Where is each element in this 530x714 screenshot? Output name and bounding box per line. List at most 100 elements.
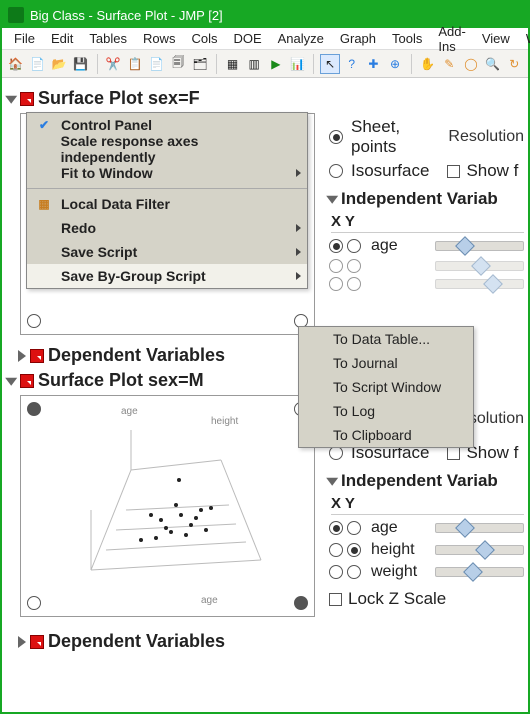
- plot-corner-handle[interactable]: [27, 596, 41, 610]
- sub-to-clipboard[interactable]: To Clipboard: [299, 423, 473, 447]
- radio-y-age[interactable]: [347, 239, 361, 253]
- menu-window[interactable]: Window: [518, 29, 530, 48]
- plot-corner-handle[interactable]: [27, 402, 41, 416]
- tb-new-icon[interactable]: 📄: [28, 54, 48, 74]
- slider-height[interactable]: [435, 261, 524, 271]
- tb-hand-icon[interactable]: ✋: [418, 54, 438, 74]
- disclosure-triangle-icon[interactable]: [326, 196, 338, 204]
- slider-handle-icon[interactable]: [455, 236, 475, 256]
- label-lockz: Lock Z Scale: [348, 589, 446, 609]
- radio-y-weight[interactable]: [347, 277, 361, 291]
- tb-run-icon[interactable]: ▶: [266, 54, 286, 74]
- menu-cols[interactable]: Cols: [183, 29, 225, 48]
- radio-isosurface[interactable]: [329, 164, 343, 178]
- dep-vars-header-m[interactable]: Dependent Variables: [18, 631, 524, 652]
- radio-x-weight[interactable]: [329, 565, 343, 579]
- ctx-redo[interactable]: Redo: [27, 216, 307, 240]
- radio-isosurface[interactable]: [329, 446, 343, 460]
- tb-gallery-icon[interactable]: 🗂: [190, 54, 210, 74]
- menu-view[interactable]: View: [474, 29, 518, 48]
- tb-cut-icon[interactable]: ✂️: [104, 54, 124, 74]
- indep-vars-header[interactable]: Independent Variab: [329, 471, 524, 491]
- radio-y-age[interactable]: [347, 521, 361, 535]
- slider-age[interactable]: [435, 523, 524, 533]
- side-panel-f: Sheet, points Resolution Isosurface Show…: [329, 113, 524, 295]
- tb-save-icon[interactable]: 💾: [71, 54, 91, 74]
- red-triangle-menu-icon[interactable]: [20, 92, 34, 106]
- tb-arrow-icon[interactable]: ↖: [320, 54, 340, 74]
- menu-tools[interactable]: Tools: [384, 29, 430, 48]
- checkbox-lockz[interactable]: [329, 593, 342, 606]
- surface-plot-m[interactable]: age height age: [20, 395, 315, 617]
- tb-brush-icon[interactable]: ✎: [440, 54, 460, 74]
- slider-weight[interactable]: [435, 279, 524, 289]
- tb-earth-icon[interactable]: ⊕: [385, 54, 405, 74]
- menu-analyze[interactable]: Analyze: [270, 29, 332, 48]
- ctx-local-filter[interactable]: ▦ Local Data Filter: [27, 192, 307, 216]
- section-f-header[interactable]: Surface Plot sex=F ✔ Control Panel Scale…: [8, 88, 524, 109]
- radio-y-weight[interactable]: [347, 565, 361, 579]
- indep-vars-header[interactable]: Independent Variab: [329, 189, 524, 209]
- tb-copy-icon[interactable]: 📋: [125, 54, 145, 74]
- disclosure-triangle-icon[interactable]: [18, 350, 26, 362]
- red-triangle-menu-icon[interactable]: [30, 349, 44, 363]
- app-icon: [8, 7, 24, 23]
- radio-x-height[interactable]: [329, 259, 343, 273]
- menu-addins[interactable]: Add-Ins: [430, 22, 473, 56]
- radio-x-age[interactable]: [329, 239, 343, 253]
- tb-rotate-icon[interactable]: ↻: [504, 54, 524, 74]
- tb-open-icon[interactable]: 📂: [49, 54, 69, 74]
- radio-sheet[interactable]: [329, 130, 343, 144]
- tb-copy2-icon[interactable]: 🗐: [168, 54, 188, 74]
- slider-weight[interactable]: [435, 567, 524, 577]
- red-triangle-menu-icon[interactable]: [30, 635, 44, 649]
- disclosure-triangle-icon[interactable]: [5, 95, 17, 103]
- tb-paste-icon[interactable]: 📄: [147, 54, 167, 74]
- menu-graph[interactable]: Graph: [332, 29, 384, 48]
- menu-tables[interactable]: Tables: [81, 29, 135, 48]
- tb-home-icon[interactable]: 🏠: [6, 54, 26, 74]
- slider-height[interactable]: [435, 545, 524, 555]
- plot-corner-handle[interactable]: [294, 596, 308, 610]
- radio-x-age[interactable]: [329, 521, 343, 535]
- disclosure-triangle-icon[interactable]: [5, 377, 17, 385]
- ctx-scale-axes[interactable]: Scale response axes independently: [27, 137, 307, 161]
- radio-x-weight[interactable]: [329, 277, 343, 291]
- red-triangle-menu-icon[interactable]: [20, 374, 34, 388]
- slider-handle-icon[interactable]: [463, 562, 483, 582]
- menu-rows[interactable]: Rows: [135, 29, 184, 48]
- tb-zoom-icon[interactable]: 🔍: [483, 54, 503, 74]
- tb-crosshair-icon[interactable]: ✚: [364, 54, 384, 74]
- toolbar-separator: [411, 54, 412, 74]
- ctx-save-script[interactable]: Save Script: [27, 240, 307, 264]
- sub-to-datatable[interactable]: To Data Table...: [299, 327, 473, 351]
- slider-handle-icon[interactable]: [471, 256, 491, 276]
- filter-icon: ▦: [33, 195, 55, 213]
- sub-to-log[interactable]: To Log: [299, 399, 473, 423]
- checkbox-showf[interactable]: [447, 447, 460, 460]
- tb-cols-icon[interactable]: ▥: [244, 54, 264, 74]
- slider-age[interactable]: [435, 241, 524, 251]
- checkbox-showf[interactable]: [447, 165, 460, 178]
- tb-distribution-icon[interactable]: 📊: [288, 54, 308, 74]
- radio-x-height[interactable]: [329, 543, 343, 557]
- ctx-fit-window[interactable]: Fit to Window: [27, 161, 307, 185]
- radio-y-height[interactable]: [347, 259, 361, 273]
- slider-handle-icon[interactable]: [455, 518, 475, 538]
- tb-help-icon[interactable]: ?: [342, 54, 362, 74]
- tb-lasso-icon[interactable]: ◯: [461, 54, 481, 74]
- disclosure-triangle-icon[interactable]: [18, 636, 26, 648]
- tb-table-icon[interactable]: ▦: [223, 54, 243, 74]
- menu-edit[interactable]: Edit: [43, 29, 81, 48]
- plot-corner-handle[interactable]: [27, 314, 41, 328]
- radio-y-height[interactable]: [347, 543, 361, 557]
- sub-to-journal[interactable]: To Journal: [299, 351, 473, 375]
- sub-to-scriptwin[interactable]: To Script Window: [299, 375, 473, 399]
- menu-file[interactable]: File: [6, 29, 43, 48]
- ctx-save-bygroup[interactable]: Save By-Group Script: [27, 264, 307, 288]
- slider-handle-icon[interactable]: [475, 540, 495, 560]
- menu-doe[interactable]: DOE: [225, 29, 269, 48]
- slider-handle-icon[interactable]: [483, 274, 503, 294]
- disclosure-triangle-icon[interactable]: [326, 478, 338, 486]
- section-f-title: Surface Plot sex=F: [38, 88, 200, 109]
